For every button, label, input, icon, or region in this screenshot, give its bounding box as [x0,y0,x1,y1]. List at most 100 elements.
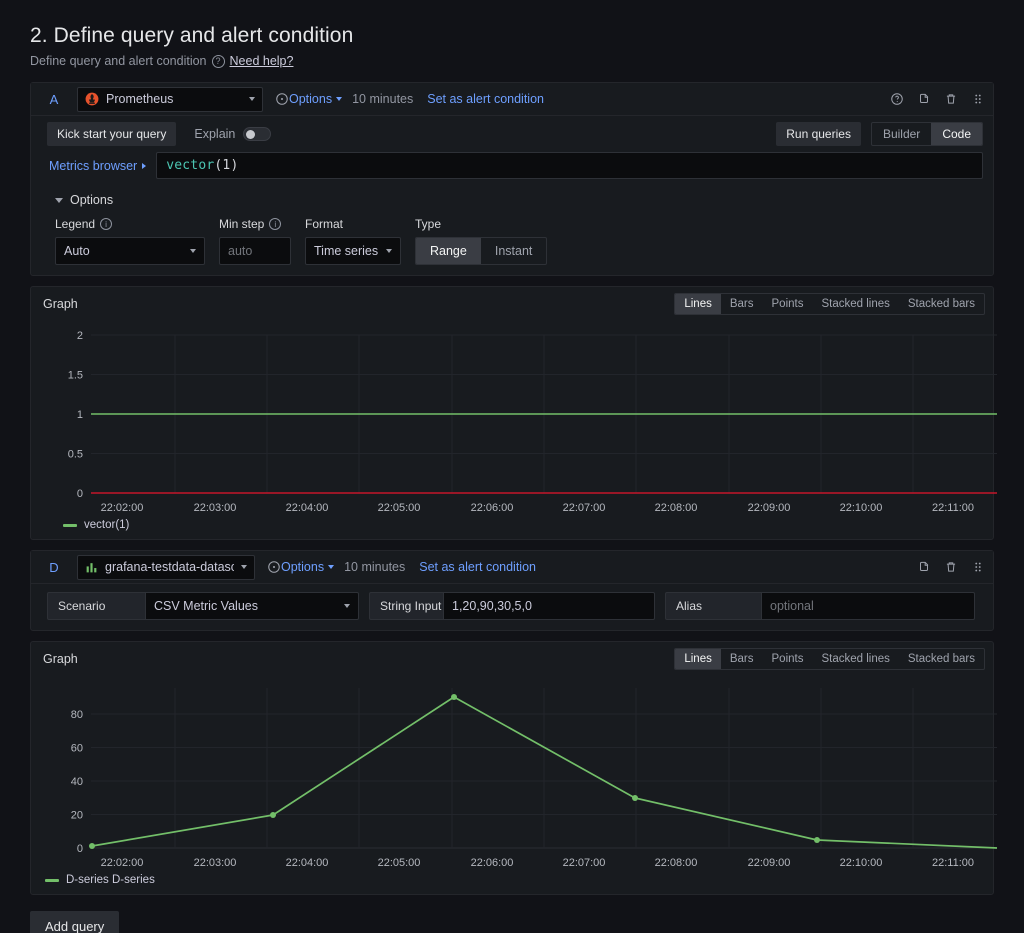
prometheus-toolbar: Kick start your query Explain Run querie… [31,116,993,152]
need-help-link[interactable]: Need help? [230,54,294,68]
copy-icon[interactable] [917,560,931,574]
query-a-options-label: Options [289,92,333,106]
svg-text:0.5: 0.5 [68,449,83,461]
graph-a-tab-points[interactable]: Points [763,294,813,314]
graph-a-legend-label[interactable]: vector(1) [84,519,129,531]
query-footer: Add query [14,905,1010,933]
type-option-instant[interactable]: Instant [481,238,547,264]
graph-a-legend: vector(1) [31,517,993,539]
svg-text:40: 40 [71,776,83,788]
legend-color-swatch [63,523,77,527]
graph-a-ytick-labels: 2 1.5 1 0.5 0 [68,330,83,500]
legend-select[interactable]: Auto [55,237,205,265]
graph-d-tab-stacked-bars[interactable]: Stacked bars [899,649,984,669]
min-step-label-group: Min step i [219,217,291,231]
svg-text:22:02:00: 22:02:00 [101,857,144,869]
tab-code[interactable]: Code [931,123,982,145]
query-a-refid[interactable]: A [31,92,77,107]
scenario-label: Scenario [47,592,145,620]
graph-d-tab-points[interactable]: Points [763,649,813,669]
svg-text:80: 80 [71,709,83,721]
svg-text:60: 60 [71,743,83,755]
graph-a-tab-lines[interactable]: Lines [675,294,721,314]
testdata-bars-icon [86,562,97,572]
trash-icon[interactable] [944,560,958,574]
query-d-refid[interactable]: D [31,560,77,575]
query-d-actions [917,560,985,574]
graph-d-tab-stacked-lines[interactable]: Stacked lines [812,649,898,669]
expression-function: vector [166,158,215,173]
graph-d-ytick-labels: 80 60 40 20 0 [71,709,83,855]
options-collapse-toggle[interactable]: Options [47,187,983,217]
string-input-field[interactable]: 1,20,90,30,5,0 [443,592,655,620]
explain-toggle[interactable] [243,127,272,141]
query-a-actions [890,92,985,106]
svg-text:22:02:00: 22:02:00 [101,502,144,514]
graph-d-tab-lines[interactable]: Lines [675,649,721,669]
graph-a-tab-bars[interactable]: Bars [721,294,763,314]
min-step-label: Min step [219,217,265,231]
svg-text:22:07:00: 22:07:00 [563,857,606,869]
svg-text:22:08:00: 22:08:00 [655,502,698,514]
graph-a-xtick-labels: 22:02:00 22:03:00 22:04:00 22:05:00 22:0… [101,502,974,514]
drag-handle-icon[interactable] [971,92,985,106]
query-d-datasource-picker[interactable]: grafana-testdata-datasc [77,554,255,580]
info-icon: i [269,218,282,230]
metrics-browser-button[interactable]: Metrics browser [47,152,148,179]
graph-d-legend: D-series D-series [31,872,993,894]
chevron-down-icon [344,604,350,608]
query-a-datasource-picker[interactable]: Prometheus [77,86,263,112]
query-a-options-clock-icon [275,92,289,106]
graph-d-viz-tabs: Lines Bars Points Stacked lines Stacked … [674,648,985,670]
legend-label: Legend [55,217,96,231]
page-subtitle: Define query and alert condition ? Need … [30,54,1010,68]
svg-text:22:09:00: 22:09:00 [748,857,791,869]
graph-d-datapoints [89,694,820,849]
format-select[interactable]: Time series [305,237,401,265]
svg-text:22:10:00: 22:10:00 [840,502,883,514]
legend-label-group: Legend i [55,217,205,231]
query-a-header: A Prometheus Options 10 minutes Set as a… [31,83,993,116]
copy-icon[interactable] [917,92,931,106]
svg-text:22:10:00: 22:10:00 [840,857,883,869]
graph-d-title: Graph [43,652,78,666]
options-fields: Legend i Auto Min step i auto Format Tim… [47,217,983,265]
chevron-down-icon [336,97,343,101]
query-a-options-toggle[interactable]: Options [289,92,343,106]
graph-a-tab-stacked-bars[interactable]: Stacked bars [899,294,984,314]
alias-label: Alias [665,592,761,620]
query-a-set-alert-condition[interactable]: Set as alert condition [427,92,544,106]
svg-text:22:04:00: 22:04:00 [286,502,329,514]
graph-d-svg: 80 60 40 20 0 22:02:00 22:03:00 22:04:00… [71,688,998,869]
query-a-code-editor[interactable]: vector(1) [156,152,983,179]
graph-d-tab-bars[interactable]: Bars [721,649,763,669]
prometheus-logo [85,92,99,106]
legend-field: Legend i Auto [55,217,205,265]
svg-text:0: 0 [77,488,83,500]
help-circle-icon[interactable] [890,92,904,106]
chevron-right-icon [142,162,147,169]
query-d-options-toggle[interactable]: Options [281,560,335,574]
alias-input[interactable]: optional [761,592,975,620]
min-step-input[interactable]: auto [219,237,291,265]
svg-text:22:04:00: 22:04:00 [286,857,329,869]
scenario-select[interactable]: CSV Metric Values [145,592,359,620]
explain-label: Explain [194,127,236,141]
kick-start-query-button[interactable]: Kick start your query [47,122,177,146]
graph-a-plot: 2 1.5 1 0.5 0 22:02:00 22:03:00 22:04:00… [31,321,997,517]
query-d-set-alert-condition[interactable]: Set as alert condition [419,560,536,574]
type-option-range[interactable]: Range [416,238,481,264]
page-title: 2. Define query and alert condition [30,24,354,47]
tab-builder[interactable]: Builder [872,123,931,145]
metrics-browser-label: Metrics browser [49,158,138,173]
graph-d-legend-label[interactable]: D-series D-series [66,874,155,886]
query-row-d: D grafana-testdata-datasc Options 10 min… [30,550,994,631]
graph-a-tab-stacked-lines[interactable]: Stacked lines [812,294,898,314]
drag-handle-icon[interactable] [971,560,985,574]
trash-icon[interactable] [944,92,958,106]
svg-text:2: 2 [77,330,83,342]
run-queries-button[interactable]: Run queries [776,122,861,146]
svg-text:22:07:00: 22:07:00 [563,502,606,514]
add-query-button[interactable]: Add query [30,911,120,933]
legend-value: Auto [64,244,90,258]
